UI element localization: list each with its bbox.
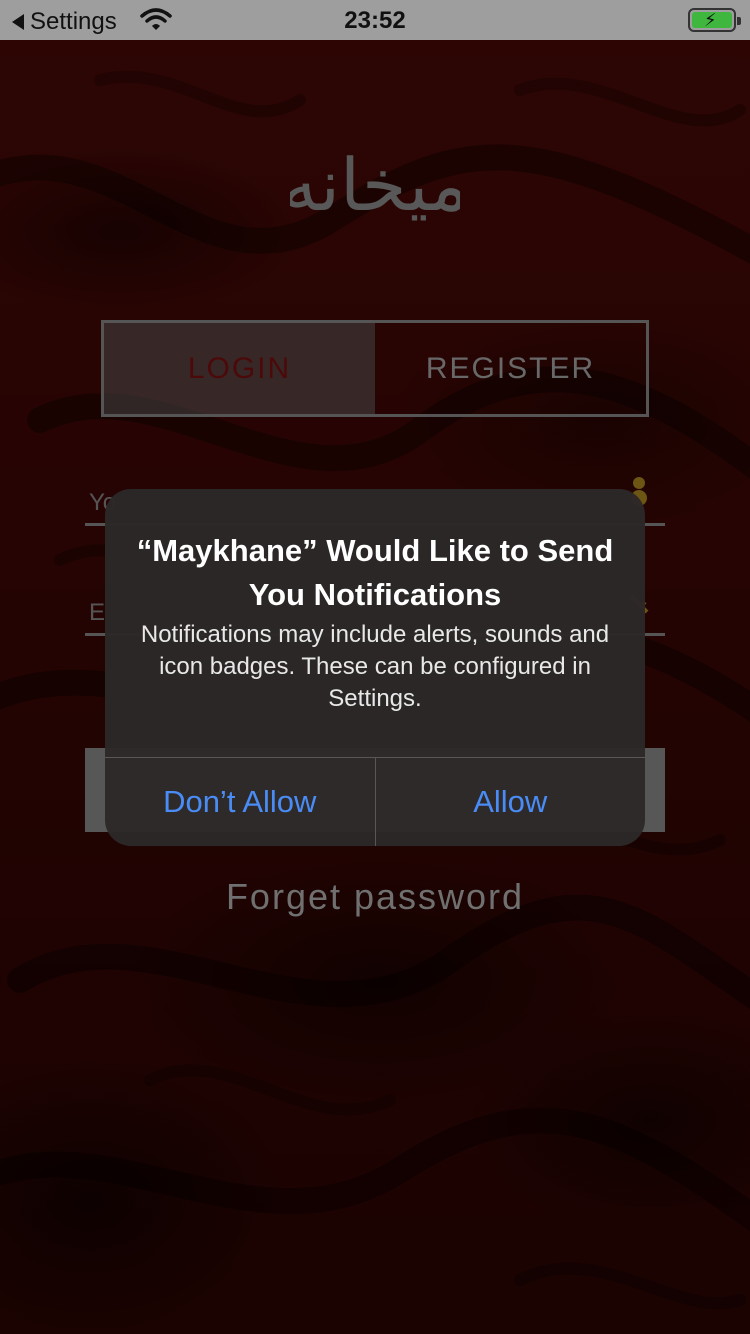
dont-allow-button[interactable]: Don’t Allow: [105, 758, 375, 846]
battery-icon: ⚡: [688, 8, 741, 32]
clock: 23:52: [344, 7, 406, 34]
notification-permission-alert: “Maykhane” Would Like to Send You Notifi…: [105, 489, 645, 846]
alert-buttons: Don’t Allow Allow: [105, 757, 645, 846]
status-bar: Settings 23:52 ⚡: [0, 0, 750, 40]
allow-button[interactable]: Allow: [374, 758, 646, 846]
alert-title: “Maykhane” Would Like to Send You Notifi…: [136, 533, 614, 612]
alert-message: Notifications may include alerts, sounds…: [140, 621, 610, 712]
